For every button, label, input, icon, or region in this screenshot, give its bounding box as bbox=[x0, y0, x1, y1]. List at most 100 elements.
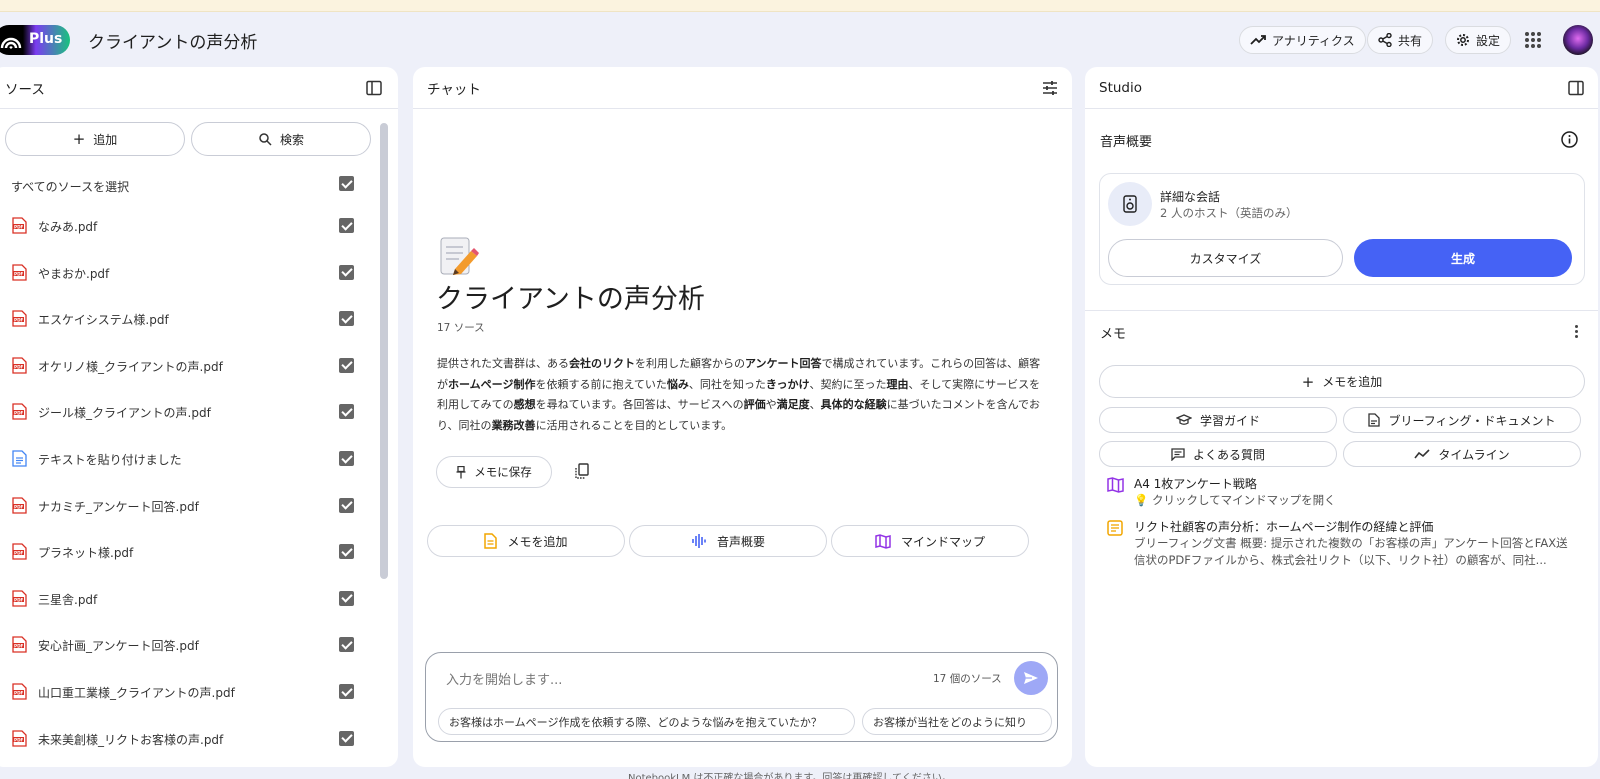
chat-input-box[interactable]: 入力を開始します... 17 個のソース お客様はホームページ作成を依頼する際、… bbox=[425, 652, 1058, 742]
source-checkbox[interactable] bbox=[339, 357, 354, 373]
disclaimer-text: NotebookLM は不正確な場合があります。回答は再確認してください。 bbox=[628, 773, 952, 779]
chat-input[interactable]: 入力を開始します... bbox=[446, 669, 562, 688]
gear-icon bbox=[1457, 34, 1469, 46]
source-checkbox[interactable] bbox=[339, 218, 354, 233]
summary-keyword: 悩み bbox=[666, 377, 689, 391]
customize-button[interactable]: カスタマイズ bbox=[1108, 239, 1343, 277]
search-source-button[interactable]: 検索 bbox=[191, 122, 371, 156]
source-checkbox[interactable] bbox=[339, 264, 354, 280]
add-source-button[interactable]: + 追加 bbox=[5, 122, 185, 156]
pdf-file-icon: PDF bbox=[12, 729, 27, 751]
source-checkbox[interactable] bbox=[339, 451, 354, 466]
source-item[interactable]: PDF 三星舎.pdf bbox=[0, 584, 372, 614]
tune-icon[interactable] bbox=[1042, 80, 1058, 95]
pin-icon bbox=[456, 465, 466, 478]
source-checkbox[interactable] bbox=[339, 684, 354, 699]
send-button[interactable] bbox=[1014, 661, 1048, 695]
notebooklm-logo-icon bbox=[0, 37, 22, 50]
source-checkbox[interactable] bbox=[339, 637, 354, 653]
add-memo-button[interactable]: + メモを追加 bbox=[1099, 365, 1585, 398]
source-item[interactable]: PDF 山口重工業様_クライアントの声.pdf bbox=[0, 677, 372, 707]
summary-text: 、 bbox=[809, 398, 821, 411]
source-name: なみあ.pdf bbox=[38, 220, 98, 234]
source-name: 山口重工業様_クライアントの声.pdf bbox=[38, 686, 235, 700]
collapse-panel-icon[interactable] bbox=[366, 80, 382, 96]
plus-icon: + bbox=[72, 130, 86, 148]
share-icon bbox=[1378, 33, 1392, 47]
source-name: 未来美創様_リクトお客様の声.pdf bbox=[38, 732, 224, 747]
memo-section-title: メモ bbox=[1100, 327, 1127, 342]
source-item[interactable]: テキストを貼り付けました bbox=[0, 444, 372, 474]
study-guide-label: 学習ガイド bbox=[1199, 413, 1260, 428]
note-subtitle: 💡 クリックしてマインドマップを開く bbox=[1134, 493, 1336, 507]
source-item[interactable]: PDF 安心計画_アンケート回答.pdf bbox=[0, 630, 372, 660]
plus-icon: + bbox=[1301, 372, 1315, 391]
source-checkbox[interactable] bbox=[339, 311, 354, 327]
apps-grid-icon[interactable] bbox=[1525, 32, 1541, 48]
source-item[interactable]: PDF なみあ.pdf bbox=[0, 211, 372, 241]
source-item[interactable]: PDF エスケイシステム様.pdf bbox=[0, 304, 372, 334]
pdf-file-icon: PDF bbox=[12, 403, 27, 424]
add-memo-action-button[interactable]: メモを追加 bbox=[427, 525, 625, 557]
source-checkbox[interactable] bbox=[339, 404, 354, 420]
info-icon[interactable] bbox=[1561, 131, 1578, 148]
summary-keyword: 業務改善 bbox=[491, 418, 536, 432]
pdf-file-icon: PDF bbox=[12, 310, 27, 331]
source-item[interactable]: PDF ジール様_クライアントの声.pdf bbox=[0, 397, 372, 427]
avatar[interactable] bbox=[1563, 25, 1593, 55]
source-name: やまおか.pdf bbox=[38, 266, 110, 281]
source-item[interactable]: PDF オケリノ様_クライアントの声.pdf bbox=[0, 351, 372, 381]
chat-bubble-icon bbox=[1171, 447, 1185, 461]
mindmap-button[interactable]: マインドマップ bbox=[831, 525, 1029, 557]
study-guide-button[interactable]: 学習ガイド bbox=[1099, 407, 1337, 433]
summary-keyword: 理由 bbox=[886, 377, 909, 391]
input-source-count: 17 個のソース bbox=[933, 673, 1002, 685]
timeline-label: タイムライン bbox=[1438, 447, 1510, 462]
collapse-panel-icon[interactable] bbox=[1568, 80, 1584, 96]
audio-waveform-icon bbox=[692, 534, 706, 548]
note-item-mindmap[interactable]: A4 1枚アンケート戦略 💡 クリックしてマインドマップを開く bbox=[1107, 475, 1577, 509]
suggestion-chip-2[interactable]: お客様が当社をどのように知り bbox=[862, 708, 1052, 735]
settings-label: 設定 bbox=[1476, 33, 1501, 48]
add-memo-label: メモを追加 bbox=[1322, 375, 1383, 389]
source-item[interactable]: PDF やまおか.pdf bbox=[0, 258, 372, 288]
analytics-button[interactable]: アナリティクス bbox=[1239, 26, 1366, 54]
source-name: ジール様_クライアントの声.pdf bbox=[38, 406, 211, 421]
briefing-doc-button[interactable]: ブリーフィング・ドキュメント bbox=[1343, 407, 1581, 433]
faq-label: よくある質問 bbox=[1192, 447, 1265, 462]
studio-panel: Studio 音声概要 詳細な会話 2 人のホスト（英語のみ） カスタマイズ 生… bbox=[1085, 67, 1598, 767]
svg-text:PDF: PDF bbox=[14, 364, 24, 369]
source-item[interactable]: PDF 未来美創様_リクトお客様の声.pdf bbox=[0, 724, 372, 754]
sources-title: ソース bbox=[5, 81, 45, 98]
source-item[interactable]: PDF プラネット様.pdf bbox=[0, 537, 372, 567]
more-options-icon[interactable] bbox=[1575, 325, 1579, 338]
source-item[interactable]: PDF ナカミチ_アンケート回答.pdf bbox=[0, 491, 372, 521]
share-button[interactable]: 共有 bbox=[1367, 26, 1434, 54]
settings-button[interactable]: 設定 bbox=[1445, 26, 1512, 54]
chat-panel: チャット クライアントの声分析 17 ソース 提供された文書群は、ある会社のリク… bbox=[413, 67, 1072, 767]
audio-card-title: 詳細な会話 bbox=[1160, 190, 1221, 204]
copy-icon[interactable] bbox=[574, 463, 590, 480]
audio-overview-button[interactable]: 音声概要 bbox=[629, 525, 827, 557]
svg-text:PDF: PDF bbox=[14, 550, 24, 555]
note-item-briefing[interactable]: リクト社顧客の声分析：ホームページ制作の経緯と評価 ブリーフィング文書 概要: … bbox=[1107, 518, 1577, 572]
source-checkbox[interactable] bbox=[339, 497, 354, 513]
trending-up-icon bbox=[1250, 35, 1266, 45]
suggestion-chip-1[interactable]: お客様はホームページ作成を依頼する際、どのような悩みを抱えていたか？ bbox=[438, 708, 855, 735]
notebook-title[interactable]: クライアントの声分析 bbox=[88, 28, 257, 53]
chat-notebook-title: クライアントの声分析 bbox=[436, 284, 705, 315]
share-label: 共有 bbox=[1398, 33, 1423, 48]
svg-text:PDF: PDF bbox=[14, 271, 24, 276]
select-all-checkbox[interactable] bbox=[339, 176, 354, 191]
svg-text:PDF: PDF bbox=[14, 690, 24, 695]
generate-button[interactable]: 生成 bbox=[1354, 239, 1572, 277]
source-checkbox[interactable] bbox=[339, 544, 354, 560]
faq-button[interactable]: よくある質問 bbox=[1099, 441, 1337, 467]
summary-text: や bbox=[765, 398, 777, 411]
save-to-memo-button[interactable]: メモに保存 bbox=[436, 456, 552, 488]
source-checkbox[interactable] bbox=[339, 590, 354, 606]
timeline-button[interactable]: タイムライン bbox=[1343, 441, 1581, 467]
source-scrollbar[interactable] bbox=[380, 123, 388, 579]
source-checkbox[interactable] bbox=[339, 730, 354, 746]
plus-badge[interactable]: Plus bbox=[0, 25, 70, 55]
